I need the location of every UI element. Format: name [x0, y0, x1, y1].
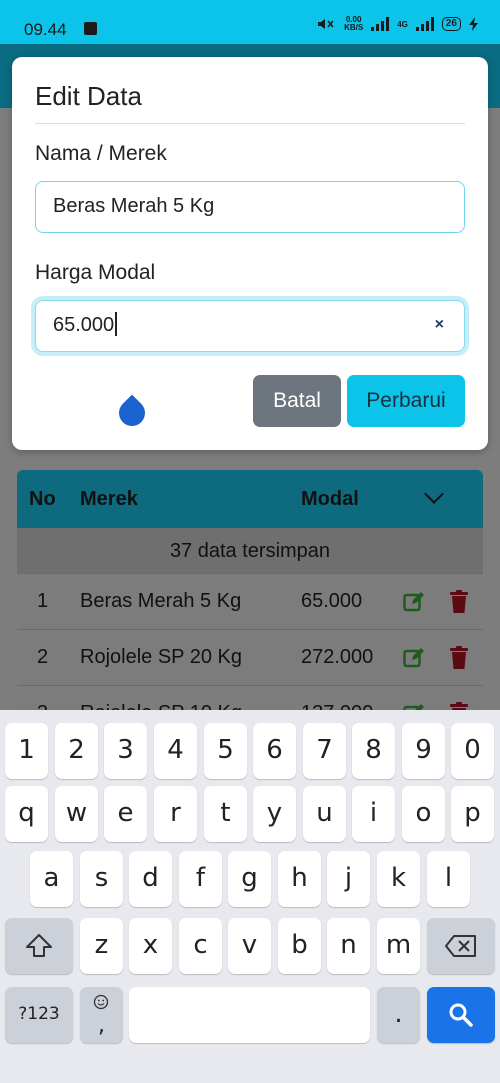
key-r[interactable]: r [154, 786, 197, 842]
mute-icon [318, 19, 334, 29]
signal-icon-2 [415, 17, 434, 31]
header-no: No [29, 488, 56, 510]
key-0[interactable]: 0 [451, 723, 494, 779]
shift-icon [26, 933, 52, 957]
edit-icon[interactable] [403, 647, 425, 669]
row-no: 2 [37, 646, 49, 668]
row-no: 1 [37, 590, 49, 612]
key-7[interactable]: 7 [303, 723, 346, 779]
edit-data-modal: Edit Data Nama / Merek Beras Merah 5 Kg … [12, 57, 488, 450]
delete-icon[interactable] [449, 590, 469, 614]
key-e[interactable]: e [104, 786, 147, 842]
key-o[interactable]: o [402, 786, 445, 842]
comma-label: , [98, 1013, 105, 1038]
clear-icon[interactable]: × [435, 316, 444, 334]
emoji-comma-key[interactable]: , [80, 987, 123, 1043]
backspace-key[interactable] [427, 918, 495, 974]
key-6[interactable]: 6 [253, 723, 296, 779]
key-q[interactable]: q [5, 786, 48, 842]
modal-title: Edit Data [35, 81, 142, 111]
price-label: Harga Modal [35, 261, 156, 284]
text-caret [115, 312, 117, 336]
key-n[interactable]: n [327, 918, 370, 974]
backspace-icon [445, 934, 476, 957]
key-z[interactable]: z [80, 918, 123, 974]
net-speed-unit: KB/S [344, 23, 364, 32]
price-input[interactable]: 65.000 × [35, 300, 465, 352]
table-row: 1 Beras Merah 5 Kg 65.000 [17, 574, 483, 630]
notification-app-icon [84, 22, 97, 35]
key-b[interactable]: b [278, 918, 321, 974]
key-m[interactable]: m [377, 918, 420, 974]
key-8[interactable]: 8 [352, 723, 395, 779]
key-t[interactable]: t [204, 786, 247, 842]
key-y[interactable]: y [253, 786, 296, 842]
net-speed: 0.00 KB/S [344, 16, 363, 32]
key-p[interactable]: p [451, 786, 494, 842]
shift-key[interactable] [5, 918, 73, 974]
name-label: Nama / Merek [35, 142, 167, 165]
cursor-handle[interactable] [113, 394, 151, 432]
key-v[interactable]: v [228, 918, 271, 974]
table-row: 2 Rojolele SP 20 Kg 272.000 [17, 630, 483, 686]
row-modal: 272.000 [301, 646, 374, 668]
key-1[interactable]: 1 [5, 723, 48, 779]
key-w[interactable]: w [55, 786, 98, 842]
key-9[interactable]: 9 [402, 723, 445, 779]
charging-icon [469, 17, 478, 31]
status-bar: 09.44 0.00 KB/S 4G 26 [0, 0, 500, 44]
key-h[interactable]: h [278, 851, 321, 907]
row-merek: Rojolele SP 20 Kg [80, 646, 242, 668]
status-time: 09.44 [24, 20, 67, 39]
header-modal: Modal [301, 488, 359, 510]
search-icon [449, 1003, 473, 1027]
name-input-value: Beras Merah 5 Kg [53, 195, 215, 217]
key-3[interactable]: 3 [104, 723, 147, 779]
table-header: No Merek Modal [17, 470, 483, 528]
key-c[interactable]: c [179, 918, 222, 974]
status-icons: 0.00 KB/S 4G 26 [316, 16, 478, 32]
lte-label: 4G [397, 19, 408, 29]
soft-keyboard: 1 2 3 4 5 6 7 8 9 0 q w e r t y u i o p … [0, 710, 500, 1083]
name-input[interactable]: Beras Merah 5 Kg [35, 181, 465, 233]
data-count-summary: 37 data tersimpan [17, 528, 483, 574]
update-button[interactable]: Perbarui [347, 375, 465, 427]
delete-icon[interactable] [449, 646, 469, 670]
price-input-value: 65.000 [53, 314, 115, 336]
key-x[interactable]: x [129, 918, 172, 974]
key-2[interactable]: 2 [55, 723, 98, 779]
key-d[interactable]: d [129, 851, 172, 907]
modal-divider [35, 123, 465, 124]
key-f[interactable]: f [179, 851, 222, 907]
key-4[interactable]: 4 [154, 723, 197, 779]
cancel-button[interactable]: Batal [253, 375, 341, 427]
signal-icon [371, 17, 390, 31]
key-g[interactable]: g [228, 851, 271, 907]
symbols-key[interactable]: ?123 [5, 987, 73, 1043]
key-u[interactable]: u [303, 786, 346, 842]
key-5[interactable]: 5 [204, 723, 247, 779]
key-k[interactable]: k [377, 851, 420, 907]
search-key[interactable] [427, 987, 495, 1043]
edit-icon[interactable] [403, 591, 425, 613]
period-key[interactable]: . [377, 987, 420, 1043]
row-modal: 65.000 [301, 590, 363, 612]
key-a[interactable]: a [30, 851, 73, 907]
header-merek: Merek [80, 488, 138, 510]
space-key[interactable] [129, 987, 370, 1043]
data-table: No Merek Modal 37 data tersimpan 1 Beras… [17, 470, 483, 730]
battery-indicator: 26 [441, 17, 461, 31]
key-j[interactable]: j [327, 851, 370, 907]
key-l[interactable]: l [427, 851, 470, 907]
row-merek: Beras Merah 5 Kg [80, 590, 242, 612]
chevron-down-icon[interactable] [424, 484, 444, 504]
key-i[interactable]: i [352, 786, 395, 842]
key-s[interactable]: s [80, 851, 123, 907]
